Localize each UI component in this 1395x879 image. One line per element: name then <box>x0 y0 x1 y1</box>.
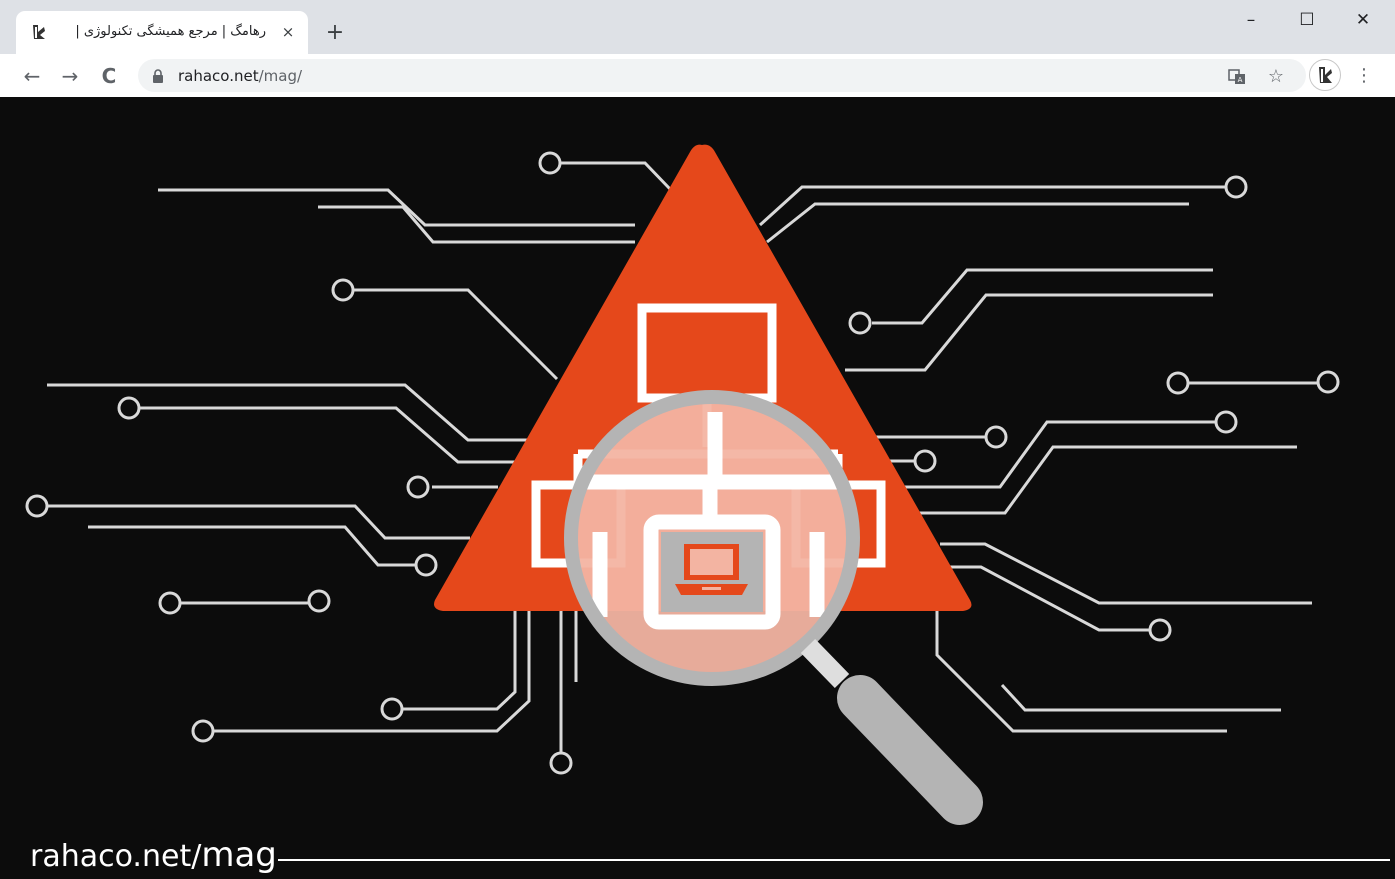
tab-close-icon[interactable]: × <box>278 22 298 42</box>
magnifier-neck <box>800 639 850 688</box>
maximize-button[interactable]: ☐ <box>1284 8 1330 32</box>
browser-toolbar: ← → C rahaco.net/mag/ A ☆ ⋮ <box>0 54 1395 97</box>
svg-text:A: A <box>1238 76 1243 84</box>
url-path: /mag/ <box>258 67 303 85</box>
browser-chrome: رهامگ | مرجع همیشگی تکنولوژی | × + – ☐ ✕… <box>0 0 1395 97</box>
back-button[interactable]: ← <box>20 64 44 88</box>
url-text: rahaco.net/mag/ <box>178 66 302 86</box>
close-window-button[interactable]: ✕ <box>1340 8 1386 32</box>
watermark-divider <box>278 859 1390 861</box>
address-bar[interactable]: rahaco.net/mag/ A ☆ <box>138 59 1306 92</box>
laptop-icon <box>675 544 748 595</box>
minimize-button[interactable]: – <box>1228 8 1274 32</box>
profile-logo-icon <box>1319 67 1332 83</box>
reload-button[interactable]: C <box>97 64 121 88</box>
watermark-host: rahaco.net/ <box>30 839 202 874</box>
tab-title: رهامگ | مرجع همیشگی تکنولوژی | <box>75 24 266 39</box>
magnifier-handle <box>837 675 983 825</box>
watermark-suffix: mag <box>201 835 277 875</box>
browser-menu-icon[interactable]: ⋮ <box>1354 64 1374 88</box>
bookmark-star-icon[interactable]: ☆ <box>1265 66 1287 88</box>
url-host: rahaco.net <box>178 67 259 85</box>
site-watermark: rahaco.net/mag <box>30 837 277 875</box>
translate-icon[interactable]: A <box>1226 66 1248 88</box>
browser-tab[interactable]: رهامگ | مرجع همیشگی تکنولوژی | × <box>16 11 308 54</box>
lock-icon <box>153 69 163 83</box>
new-tab-button[interactable]: + <box>322 20 348 46</box>
forward-button[interactable]: → <box>58 64 82 88</box>
site-favicon-icon <box>33 25 45 39</box>
hero-illustration <box>25 144 1340 825</box>
page-content: rahaco.net/mag <box>5 97 1390 879</box>
profile-avatar[interactable] <box>1309 59 1341 91</box>
